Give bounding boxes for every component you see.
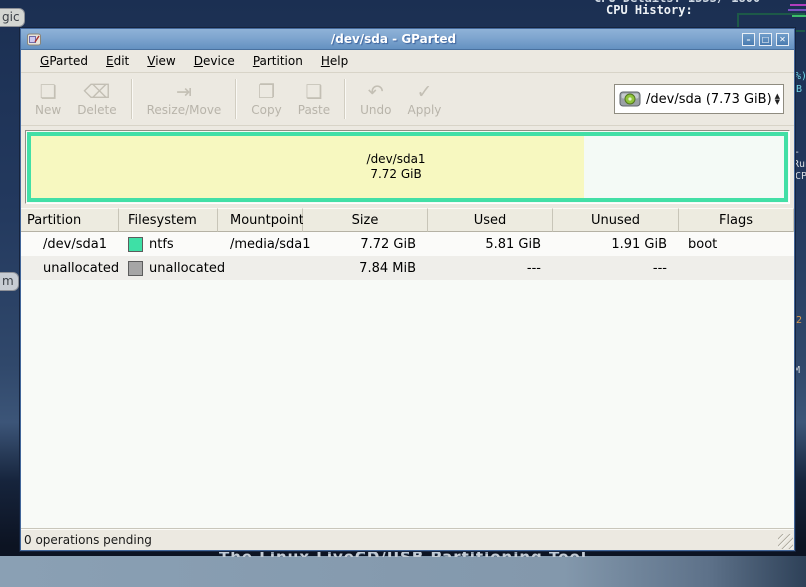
- menubar: GParted Edit View Device Partition Help: [21, 50, 794, 73]
- header-partition: Partition: [21, 208, 119, 232]
- background-graph-line: [790, 4, 806, 6]
- menu-partition[interactable]: Partition: [244, 52, 312, 70]
- toolbar-separator: [344, 79, 346, 119]
- operations-pending-text: 0 operations pending: [21, 533, 152, 547]
- resize-move-button[interactable]: ⇥ Resize/Move: [139, 74, 230, 124]
- close-button[interactable]: ✕: [776, 33, 789, 46]
- partition-used-space: [31, 136, 584, 198]
- partition-free-space: [584, 136, 784, 198]
- statusbar: 0 operations pending: [21, 529, 794, 550]
- background-text-fragment: %): [795, 72, 806, 82]
- table-row-sda1[interactable]: /dev/sda1 ntfs /media/sda1 7.72 GiB 5.81…: [21, 232, 794, 256]
- gparted-app-icon: [27, 33, 41, 46]
- apply-button[interactable]: ✓ Apply: [400, 74, 450, 124]
- background-graph-line: [792, 15, 806, 17]
- partition-visual-size: 7.72 GiB: [367, 167, 426, 182]
- titlebar[interactable]: /dev/sda - GParted – □ ✕: [21, 29, 794, 50]
- paste-icon: ❑: [305, 81, 322, 103]
- background-window-tab[interactable]: gic: [0, 8, 25, 27]
- menu-gparted[interactable]: GParted: [31, 52, 97, 70]
- background-text-fragment: 2: [796, 316, 802, 326]
- background-text-fragment: B: [796, 85, 802, 95]
- apply-icon: ✓: [416, 81, 432, 103]
- table-header-row: Partition Filesystem Mountpoint Size Use…: [21, 208, 794, 232]
- background-text-fragment: - -: [794, 148, 806, 158]
- window-controls: – □ ✕: [742, 33, 789, 46]
- desktop: { "desktop": { "monitor": { "clipped_top…: [0, 0, 806, 587]
- device-selector-value: /dev/sda (7.73 GiB): [646, 92, 772, 107]
- partition-visual-panel: /dev/sda1 7.72 GiB: [25, 130, 790, 204]
- paste-button[interactable]: ❑ Paste: [290, 74, 338, 124]
- new-document-icon: ❏: [40, 81, 57, 103]
- gparted-window: /dev/sda - GParted – □ ✕ GParted Edit Vi…: [20, 28, 795, 551]
- maximize-button[interactable]: □: [759, 33, 772, 46]
- toolbar: ❏ New ⌫ Delete ⇥ Resize/Move ❐ Copy ❑ Pa…: [21, 73, 794, 126]
- partition-visual-labels: /dev/sda1 7.72 GiB: [367, 152, 426, 182]
- partition-table: Partition Filesystem Mountpoint Size Use…: [21, 208, 794, 529]
- menu-help[interactable]: Help: [312, 52, 357, 70]
- menu-view[interactable]: View: [138, 52, 184, 70]
- background-window-tab[interactable]: m: [0, 272, 19, 291]
- background-text-fragment: CP: [795, 172, 806, 182]
- header-size: Size: [303, 208, 428, 232]
- table-row-unallocated[interactable]: unallocated unallocated 7.84 MiB --- ---: [21, 256, 794, 280]
- spinner-arrows-icon: ▲▼: [772, 93, 780, 105]
- delete-button[interactable]: ⌫ Delete: [69, 74, 124, 124]
- delete-icon: ⌫: [83, 81, 110, 103]
- copy-button[interactable]: ❐ Copy: [243, 74, 289, 124]
- cpu-history-label: CPU History:: [606, 3, 693, 17]
- header-mountpoint: Mountpoint: [218, 208, 303, 232]
- header-flags: Flags: [679, 208, 794, 232]
- partition-visual-name: /dev/sda1: [367, 152, 426, 167]
- header-filesystem: Filesystem: [119, 208, 218, 232]
- hard-disk-icon: [619, 90, 641, 108]
- partition-visual-wrap: /dev/sda1 7.72 GiB: [21, 126, 794, 206]
- new-button[interactable]: ❏ New: [27, 74, 69, 124]
- filesystem-color-swatch-ntfs: [128, 237, 143, 252]
- toolbar-separator: [235, 79, 237, 119]
- undo-button[interactable]: ↶ Undo: [352, 74, 399, 124]
- background-graph-line: [788, 9, 806, 11]
- device-selector[interactable]: /dev/sda (7.73 GiB) ▲▼: [614, 84, 784, 114]
- window-title: /dev/sda - GParted: [45, 32, 742, 46]
- header-used: Used: [428, 208, 553, 232]
- header-unused: Unused: [553, 208, 679, 232]
- minimize-button[interactable]: –: [742, 33, 755, 46]
- filesystem-color-swatch-unallocated: [128, 261, 143, 276]
- menu-edit[interactable]: Edit: [97, 52, 138, 70]
- desktop-bottom-band: [0, 556, 806, 587]
- resize-grip[interactable]: [778, 534, 793, 549]
- undo-icon: ↶: [368, 81, 384, 103]
- toolbar-separator: [131, 79, 133, 119]
- menu-device[interactable]: Device: [185, 52, 244, 70]
- resize-move-icon: ⇥: [176, 81, 192, 103]
- copy-icon: ❐: [258, 81, 275, 103]
